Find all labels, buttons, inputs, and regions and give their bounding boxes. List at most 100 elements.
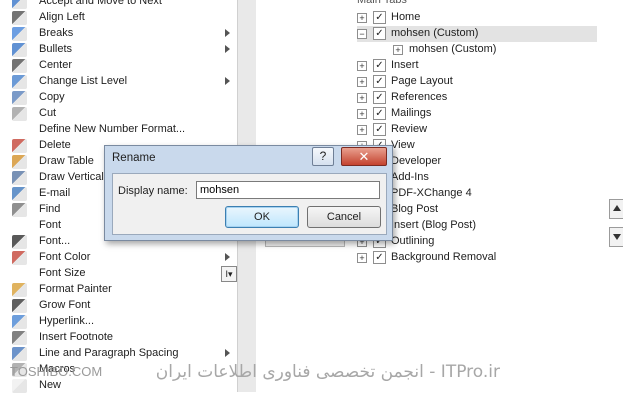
tree-item-label: PDF-XChange 4 xyxy=(391,187,472,199)
display-name-label: Display name: xyxy=(118,185,188,197)
dialog-body: Display name: OK Cancel xyxy=(112,173,387,235)
tree-item-label: mohsen (Custom) xyxy=(391,27,479,39)
command-label: Line and Paragraph Spacing xyxy=(39,347,179,359)
tab-checkbox[interactable]: ✓ xyxy=(373,11,386,24)
expand-icon[interactable]: + xyxy=(357,13,367,23)
tree-item[interactable]: + ✓ Outlining xyxy=(357,234,597,250)
command-item[interactable]: Bullets xyxy=(0,42,236,58)
submenu-arrow-icon xyxy=(225,45,230,53)
tree-item[interactable]: + mohsen (Custom) xyxy=(393,42,597,58)
command-item[interactable]: Font Color xyxy=(0,250,236,266)
tree-item[interactable]: + ✓ Insert xyxy=(357,58,597,74)
command-label: Cut xyxy=(39,107,57,119)
tree-item[interactable]: +✓Blog Post xyxy=(357,202,597,218)
command-item[interactable]: Center xyxy=(0,58,236,74)
command-label: Font Size xyxy=(39,267,86,279)
command-item[interactable]: Breaks xyxy=(0,26,236,42)
hyperlink-icon xyxy=(12,315,27,329)
breaks-icon xyxy=(12,27,27,41)
tree-item[interactable]: +✓View xyxy=(357,138,597,154)
command-item[interactable]: Format Painter xyxy=(0,282,236,298)
format-painter-icon xyxy=(12,283,27,297)
expand-icon[interactable]: + xyxy=(357,253,367,263)
command-label: Define New Number Format... xyxy=(39,123,186,135)
command-item[interactable]: Accept and Move to Next xyxy=(0,0,236,10)
command-label: Find xyxy=(39,203,61,215)
expand-icon[interactable]: + xyxy=(357,61,367,71)
expand-icon[interactable]: + xyxy=(393,45,403,55)
dropdown-icon: I▾ xyxy=(221,266,237,282)
submenu-arrow-icon xyxy=(225,349,230,357)
tree-header: Main Tabs xyxy=(357,0,407,6)
tree-item[interactable]: +✓Developer xyxy=(357,154,597,170)
tree-item-label: View xyxy=(391,139,415,151)
command-label: Format Painter xyxy=(39,283,112,295)
tree-item[interactable]: +✓PDF-XChange 4 xyxy=(357,186,597,202)
font-icon xyxy=(12,235,27,249)
command-label: Breaks xyxy=(39,27,74,39)
command-item[interactable]: Line and Paragraph Spacing xyxy=(0,346,236,362)
tree-item[interactable]: +✓Insert (Blog Post) xyxy=(357,218,597,234)
tab-checkbox[interactable]: ✓ xyxy=(373,251,386,264)
delete-icon xyxy=(12,139,27,153)
expand-icon[interactable]: + xyxy=(357,109,367,119)
tree-item-label: Blog Post xyxy=(391,203,439,215)
draw-table-icon xyxy=(12,155,27,169)
display-name-input[interactable] xyxy=(196,181,380,199)
tree-item-label: Insert (Blog Post) xyxy=(391,219,476,231)
command-label: Font Color xyxy=(39,251,91,263)
command-label: Draw Vertical xyxy=(39,171,104,183)
expand-icon[interactable]: + xyxy=(357,125,367,135)
submenu-arrow-icon xyxy=(225,253,230,261)
tab-checkbox[interactable]: ✓ xyxy=(373,91,386,104)
close-button[interactable]: ✕ xyxy=(341,147,387,166)
help-button[interactable]: ? xyxy=(312,147,334,166)
command-item[interactable]: Font Size I▾ xyxy=(0,266,237,282)
tree-item[interactable]: + ✓ References xyxy=(357,90,597,106)
tab-checkbox[interactable]: ✓ xyxy=(373,59,386,72)
command-item[interactable]: Align Left xyxy=(0,10,236,26)
tab-checkbox[interactable]: ✓ xyxy=(373,123,386,136)
line-spacing-icon xyxy=(12,347,27,361)
expand-icon[interactable]: + xyxy=(357,77,367,87)
command-label: Bullets xyxy=(39,43,73,55)
cancel-button[interactable]: Cancel xyxy=(307,206,381,228)
tree-item-label: Insert xyxy=(391,59,419,71)
tree-item-label: Review xyxy=(391,123,428,135)
command-item[interactable]: Change List Level xyxy=(0,74,236,90)
move-down-button[interactable] xyxy=(609,227,623,247)
tree-item[interactable]: + ✓ Mailings xyxy=(357,106,597,122)
expand-icon[interactable]: + xyxy=(357,93,367,103)
find-icon xyxy=(12,203,27,217)
tree-item[interactable]: + ✓ Home xyxy=(357,10,597,26)
tree-item-label: Outlining xyxy=(391,235,435,247)
move-up-button[interactable] xyxy=(609,199,623,219)
list-level-icon xyxy=(12,75,27,89)
collapse-icon[interactable]: − xyxy=(357,29,367,39)
command-item[interactable]: Cut xyxy=(0,106,236,122)
accept-icon xyxy=(12,0,27,9)
tree-item[interactable]: +✓Add-Ins xyxy=(357,170,597,186)
command-label: Draw Table xyxy=(39,155,94,167)
tab-checkbox[interactable]: ✓ xyxy=(373,75,386,88)
tree-item-label: Mailings xyxy=(391,107,432,119)
command-label: Hyperlink... xyxy=(39,315,95,327)
bullets-icon xyxy=(12,43,27,57)
copy-icon xyxy=(12,91,27,105)
command-label: Font xyxy=(39,219,62,231)
tree-item[interactable]: − ✓ mohsen (Custom) xyxy=(357,26,597,42)
ok-button[interactable]: OK xyxy=(225,206,299,228)
command-label: Change List Level xyxy=(39,75,128,87)
command-item[interactable]: Copy xyxy=(0,90,236,106)
command-item[interactable]: Define New Number Format... xyxy=(0,122,236,138)
command-item[interactable]: Insert Footnote xyxy=(0,330,236,346)
tree-item[interactable]: + ✓ Background Removal xyxy=(357,250,597,266)
footnote-icon xyxy=(12,331,27,345)
command-item[interactable]: Hyperlink... xyxy=(0,314,236,330)
command-item[interactable]: Grow Font xyxy=(0,298,236,314)
tab-checkbox[interactable]: ✓ xyxy=(373,107,386,120)
tree-item[interactable]: + ✓ Page Layout xyxy=(357,74,597,90)
command-label: Font... xyxy=(39,235,71,247)
tree-item[interactable]: + ✓ Review xyxy=(357,122,597,138)
tab-checkbox[interactable]: ✓ xyxy=(373,27,386,40)
